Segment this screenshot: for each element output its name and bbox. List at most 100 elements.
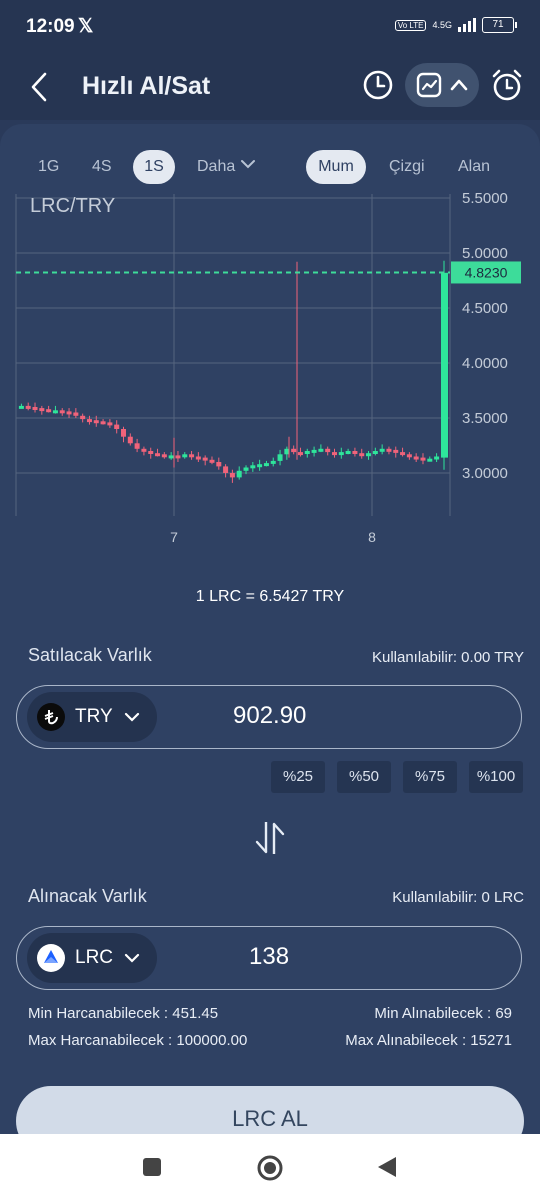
timeframe-1s[interactable]: 1S	[133, 150, 175, 184]
try-coin-icon	[37, 703, 65, 731]
y-tick-label: 4.0000	[462, 355, 508, 372]
candle	[413, 456, 419, 460]
candle	[121, 429, 126, 437]
candle	[420, 457, 426, 461]
candle	[318, 448, 324, 452]
max-receive: Max Alınabilecek : 15271	[345, 1032, 512, 1049]
status-time: 12:09	[26, 16, 75, 37]
alarm-clock-icon[interactable]	[490, 68, 524, 102]
percent-25-button[interactable]: %25	[271, 761, 325, 793]
candle	[155, 453, 161, 457]
candle	[352, 451, 358, 454]
back-triangle-icon[interactable]	[376, 1155, 398, 1179]
candle	[338, 452, 344, 456]
app-bar: Hızlı Al/Sat	[0, 56, 540, 120]
candle	[257, 464, 263, 468]
buy-amount-input[interactable]: 138	[249, 943, 289, 971]
candle	[311, 449, 317, 453]
candle	[372, 451, 378, 454]
candle	[209, 459, 215, 463]
candle	[161, 454, 167, 458]
candle	[59, 410, 65, 414]
buy-field: LRC 138	[16, 926, 522, 990]
candle	[114, 424, 120, 429]
min-receive: Min Alınabilecek : 69	[374, 1005, 512, 1022]
back-arrow-icon[interactable]	[28, 70, 52, 104]
candle	[379, 448, 385, 452]
candle	[263, 463, 269, 467]
candle	[270, 460, 276, 464]
last-price-label: 4.8230	[465, 264, 508, 280]
home-circle-icon[interactable]	[256, 1154, 284, 1182]
percent-75-button[interactable]: %75	[403, 761, 457, 793]
candle	[332, 452, 337, 456]
candle	[236, 470, 242, 478]
candle	[406, 454, 412, 458]
candle	[175, 455, 181, 459]
sell-label: Satılacak Varlık	[28, 645, 152, 665]
timeframe-4s[interactable]: 4S	[92, 150, 112, 184]
candle	[304, 451, 310, 454]
candle	[325, 448, 331, 453]
buy-available: Kullanılabilir: 0 LRC	[392, 889, 524, 906]
candle	[141, 448, 147, 452]
candle	[366, 453, 372, 457]
swap-arrows-icon[interactable]	[252, 818, 288, 858]
buy-label: Alınacak Varlık	[28, 886, 147, 906]
candle	[66, 411, 72, 415]
history-clock-icon[interactable]	[361, 68, 395, 102]
candle	[243, 467, 249, 471]
candle	[32, 407, 38, 410]
y-tick-label: 5.0000	[462, 245, 508, 262]
network-type: 4.5G	[432, 19, 452, 30]
timeframe-more[interactable]: Daha	[197, 150, 256, 184]
battery-icon: 71	[482, 17, 517, 33]
system-nav-bar	[0, 1134, 540, 1200]
exchange-rate: 1 LRC = 6.5427 TRY	[195, 588, 345, 605]
candle	[291, 448, 297, 453]
candle	[182, 454, 188, 458]
candle	[223, 466, 229, 473]
price-chart[interactable]: 5.5000 5.0000 4.5000 4.0000 3.5000 3.0000 7 8 LR…	[0, 186, 540, 556]
max-spend: Max Harcanabilecek : 100000.00	[28, 1032, 248, 1049]
percent-50-button[interactable]: %50	[337, 761, 391, 793]
timeframe-1g[interactable]: 1G	[38, 150, 59, 184]
sell-amount-input[interactable]: 902.90	[233, 702, 306, 730]
sell-asset-name: TRY	[75, 706, 113, 727]
chart-toggle-button[interactable]	[405, 63, 479, 107]
candle	[148, 451, 154, 454]
candle	[93, 420, 99, 424]
chevron-down-icon	[240, 160, 255, 169]
candle	[46, 409, 52, 413]
candle	[202, 457, 208, 461]
candle	[434, 456, 440, 460]
chevron-up-icon	[450, 79, 468, 91]
page-title: Hızlı Al/Sat	[82, 72, 211, 100]
timeframe-more-label: Daha	[197, 158, 236, 175]
candle	[134, 443, 140, 449]
candle	[441, 272, 448, 458]
candle	[195, 456, 201, 460]
chevron-down-icon	[124, 712, 139, 722]
mode-cizgi[interactable]: Çizgi	[389, 150, 425, 184]
chart-pair-title: LRC/TRY	[30, 195, 115, 217]
candle	[297, 452, 303, 456]
candle	[400, 452, 406, 456]
candle	[127, 436, 133, 444]
x-tick-label: 8	[368, 529, 376, 545]
buy-asset-selector[interactable]: LRC	[27, 933, 158, 983]
volte-icon: Vo LTE	[394, 19, 427, 31]
chevron-down-icon	[124, 953, 140, 963]
y-tick-label: 3.5000	[462, 410, 508, 427]
mode-mum[interactable]: Mum	[306, 150, 366, 184]
percent-100-button[interactable]: %100	[469, 761, 523, 793]
status-indicators: Vo LTE 4.5G 71	[394, 17, 517, 33]
candle	[393, 449, 399, 453]
mode-alan[interactable]: Alan	[458, 150, 490, 184]
x-tick-label: 7	[170, 529, 178, 545]
sell-asset-selector[interactable]: TRY	[27, 692, 157, 742]
buy-asset-name: LRC	[75, 947, 114, 968]
candle	[216, 462, 222, 467]
recents-square-icon[interactable]	[141, 1156, 163, 1178]
x-icon: 𝕏	[78, 16, 94, 37]
